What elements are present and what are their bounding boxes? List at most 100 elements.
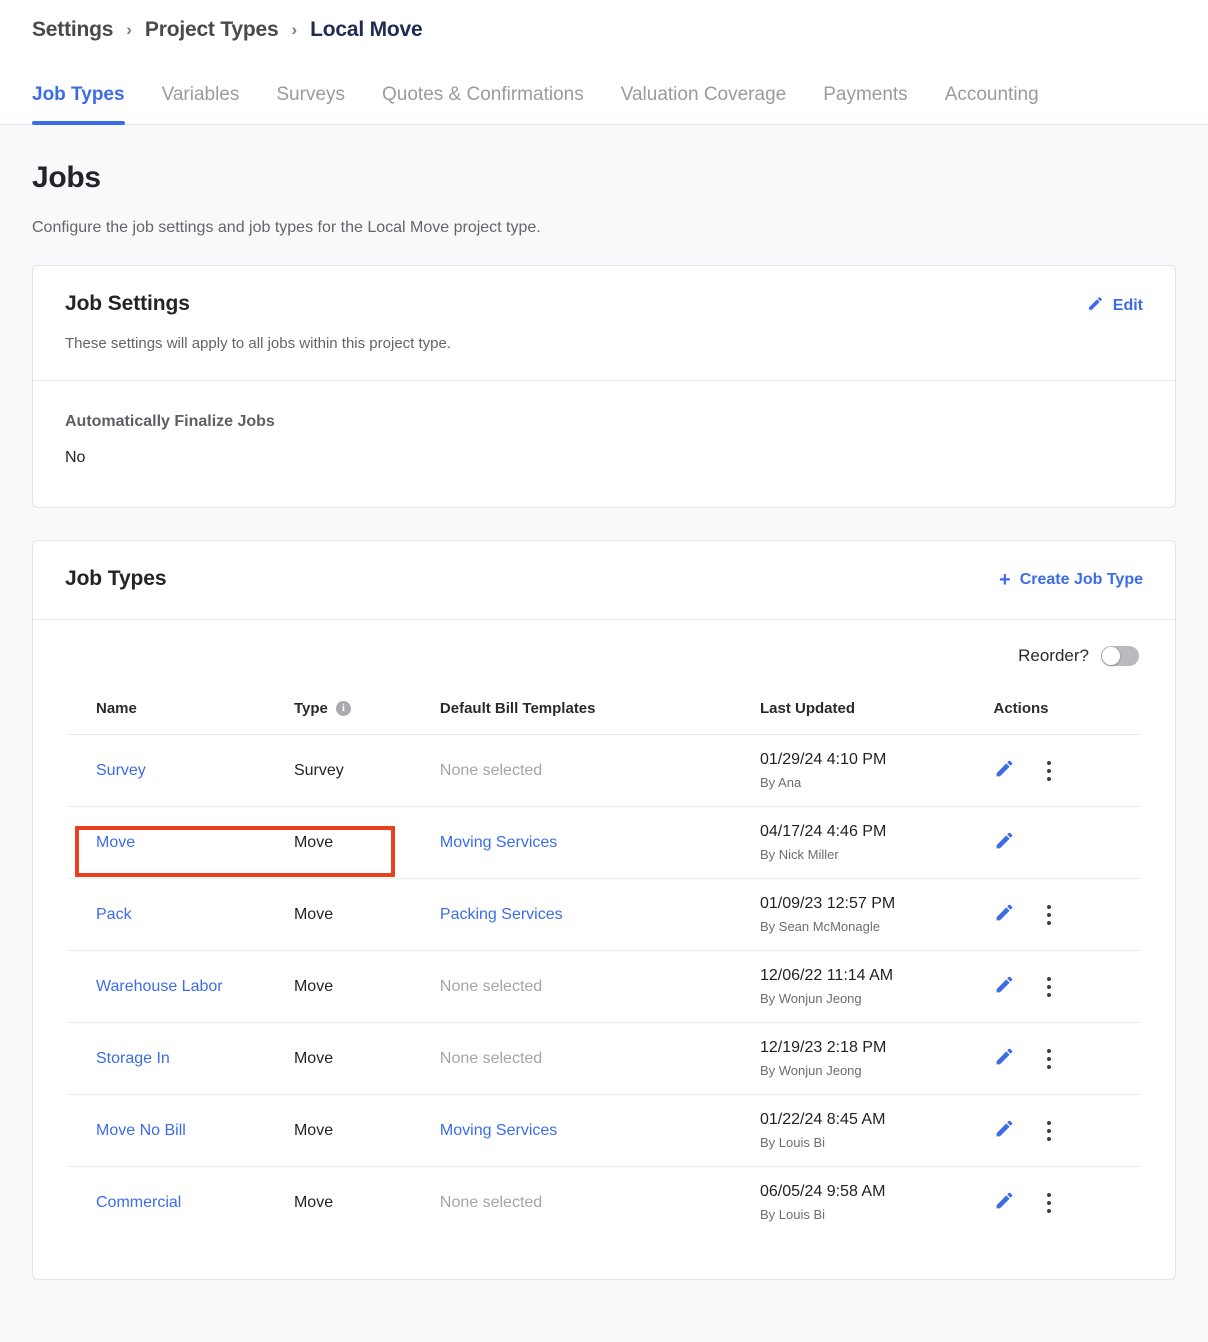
automatically-finalize-jobs-setting: Automatically Finalize Jobs No <box>33 381 1175 507</box>
column-header-updated-label: Last Updated <box>759 700 855 717</box>
cell-template: None selected <box>440 1167 760 1239</box>
breadcrumb-item-project-types[interactable]: Project Types <box>145 18 279 42</box>
cell-template: Moving Services <box>440 807 760 879</box>
table-toolbar: Reorder? <box>33 620 1175 682</box>
setting-value: No <box>65 449 86 466</box>
cell-last-updated: 01/29/24 4:10 PM By Ana <box>760 735 994 807</box>
template-link[interactable]: Packing Services <box>440 906 563 923</box>
info-icon[interactable]: i <box>335 701 351 716</box>
job-settings-card: Job Settings These settings will apply t… <box>32 265 1176 508</box>
tab-accounting[interactable]: Accounting <box>945 84 1039 124</box>
cell-type: Move <box>293 833 334 851</box>
cell-template: None selected <box>440 1023 760 1095</box>
cell-actions <box>994 1095 1141 1167</box>
cell-name: Move No Bill <box>68 1095 294 1167</box>
job-settings-header: Job Settings These settings will apply t… <box>33 266 1175 380</box>
updated-by: By Nick Miller <box>759 847 839 862</box>
breadcrumb-item-settings[interactable]: Settings <box>32 18 113 42</box>
row-menu-kebab-icon[interactable] <box>1046 1048 1051 1069</box>
toggle-knob <box>1102 647 1120 665</box>
tab-job-types[interactable]: Job Types <box>32 84 125 125</box>
job-settings-description: These settings will apply to all jobs wi… <box>65 335 452 352</box>
plus-icon: + <box>999 569 1011 591</box>
job-type-link[interactable]: Survey <box>96 762 146 779</box>
updated-timestamp: 01/09/23 12:57 PM <box>759 895 896 912</box>
cell-actions <box>994 951 1141 1023</box>
template-link[interactable]: Moving Services <box>440 1122 557 1139</box>
job-types-card: Job Types + Create Job Type Reorder? Nam… <box>32 540 1176 1280</box>
row-edit-pencil-icon[interactable] <box>994 974 1015 1000</box>
template-value: None selected <box>439 977 543 995</box>
updated-by: By Wonjun Jeong <box>759 1063 862 1078</box>
row-menu-kebab-icon[interactable] <box>1046 976 1051 997</box>
row-edit-pencil-icon[interactable] <box>994 830 1015 856</box>
edit-job-settings-button[interactable]: Edit <box>1087 292 1143 317</box>
row-menu-kebab-icon[interactable] <box>1046 760 1051 781</box>
row-edit-pencil-icon[interactable] <box>994 758 1015 784</box>
column-header-actions: Actions <box>993 683 1140 735</box>
cell-name: Move <box>68 807 294 879</box>
cell-type: Move <box>293 905 334 923</box>
template-value: None selected <box>439 1193 543 1211</box>
reorder-label: Reorder? <box>1018 646 1089 665</box>
cell-template: Moving Services <box>440 1095 760 1167</box>
job-type-link[interactable]: Pack <box>96 906 132 923</box>
column-header-templates-label: Default Bill Templates <box>439 700 596 717</box>
job-type-link[interactable]: Storage In <box>96 1050 170 1067</box>
cell-name: Warehouse Labor <box>68 951 294 1023</box>
tab-quotes-confirmations[interactable]: Quotes & Confirmations <box>382 84 584 124</box>
updated-timestamp: 04/17/24 4:46 PM <box>759 823 887 840</box>
job-type-link[interactable]: Move No Bill <box>96 1122 186 1139</box>
column-header-type: Type i <box>293 683 440 735</box>
job-settings-title: Job Settings <box>65 292 190 315</box>
row-menu-kebab-icon[interactable] <box>1046 904 1051 925</box>
tab-payments[interactable]: Payments <box>823 84 907 124</box>
job-types-header: Job Types + Create Job Type <box>33 541 1175 619</box>
row-menu-kebab-icon[interactable] <box>1046 1120 1051 1141</box>
updated-by: By Louis Bi <box>759 1135 826 1150</box>
template-link[interactable]: Moving Services <box>440 834 557 851</box>
cell-template: None selected <box>440 735 760 807</box>
updated-timestamp: 12/06/22 11:14 AM <box>759 967 894 984</box>
job-type-link[interactable]: Commercial <box>96 1194 181 1211</box>
job-type-link[interactable]: Move <box>96 834 135 851</box>
cell-type: Move <box>293 1121 334 1139</box>
job-types-table: Name Type i Default Bill Templates Last … <box>67 682 1141 1239</box>
pencil-icon <box>1087 295 1104 317</box>
row-edit-pencil-icon[interactable] <box>994 1190 1015 1216</box>
reorder-toggle[interactable] <box>1101 646 1139 666</box>
template-value: None selected <box>439 761 543 779</box>
column-header-last-updated: Last Updated <box>759 683 994 735</box>
tab-valuation-coverage[interactable]: Valuation Coverage <box>621 84 786 124</box>
updated-by: By Louis Bi <box>759 1207 826 1222</box>
table-row: Survey Survey None selected 01/29/24 4:1… <box>68 735 1140 807</box>
cell-actions <box>994 879 1141 951</box>
updated-timestamp: 01/22/24 8:45 AM <box>759 1111 886 1128</box>
tab-variables[interactable]: Variables <box>162 84 240 124</box>
cell-type: Move <box>293 1049 334 1067</box>
create-job-type-button[interactable]: + Create Job Type <box>999 567 1143 590</box>
row-edit-pencil-icon[interactable] <box>994 1118 1015 1144</box>
column-header-type-label: Type <box>293 700 328 717</box>
row-menu-kebab-icon[interactable] <box>1046 1192 1051 1213</box>
updated-by: By Wonjun Jeong <box>759 991 862 1006</box>
updated-timestamp: 12/19/23 2:18 PM <box>759 1039 887 1056</box>
row-edit-pencil-icon[interactable] <box>994 902 1015 928</box>
page-subtitle: Configure the job settings and job types… <box>32 219 541 236</box>
column-header-default-bill-templates: Default Bill Templates <box>439 683 760 735</box>
tab-surveys[interactable]: Surveys <box>276 84 345 124</box>
cell-last-updated: 12/19/23 2:18 PM By Wonjun Jeong <box>760 1023 994 1095</box>
table-head: Name Type i Default Bill Templates Last … <box>68 683 1140 735</box>
row-edit-pencil-icon[interactable] <box>994 1046 1015 1072</box>
cell-last-updated: 06/05/24 9:58 AM By Louis Bi <box>760 1167 994 1239</box>
tab-bar: Job Types Variables Surveys Quotes & Con… <box>0 60 1208 125</box>
breadcrumb-separator-icon: › <box>126 20 132 39</box>
cell-name: Survey <box>68 735 294 807</box>
cell-type: Move <box>293 1193 334 1211</box>
cell-template: None selected <box>440 951 760 1023</box>
table-row: Warehouse Labor Move None selected 12/06… <box>68 951 1141 1023</box>
cell-type: Move <box>293 977 334 995</box>
table-row: Pack Move Packing Services 01/09/23 12:5… <box>68 879 1141 951</box>
job-type-link[interactable]: Warehouse Labor <box>96 978 223 995</box>
cell-actions <box>994 807 1141 879</box>
